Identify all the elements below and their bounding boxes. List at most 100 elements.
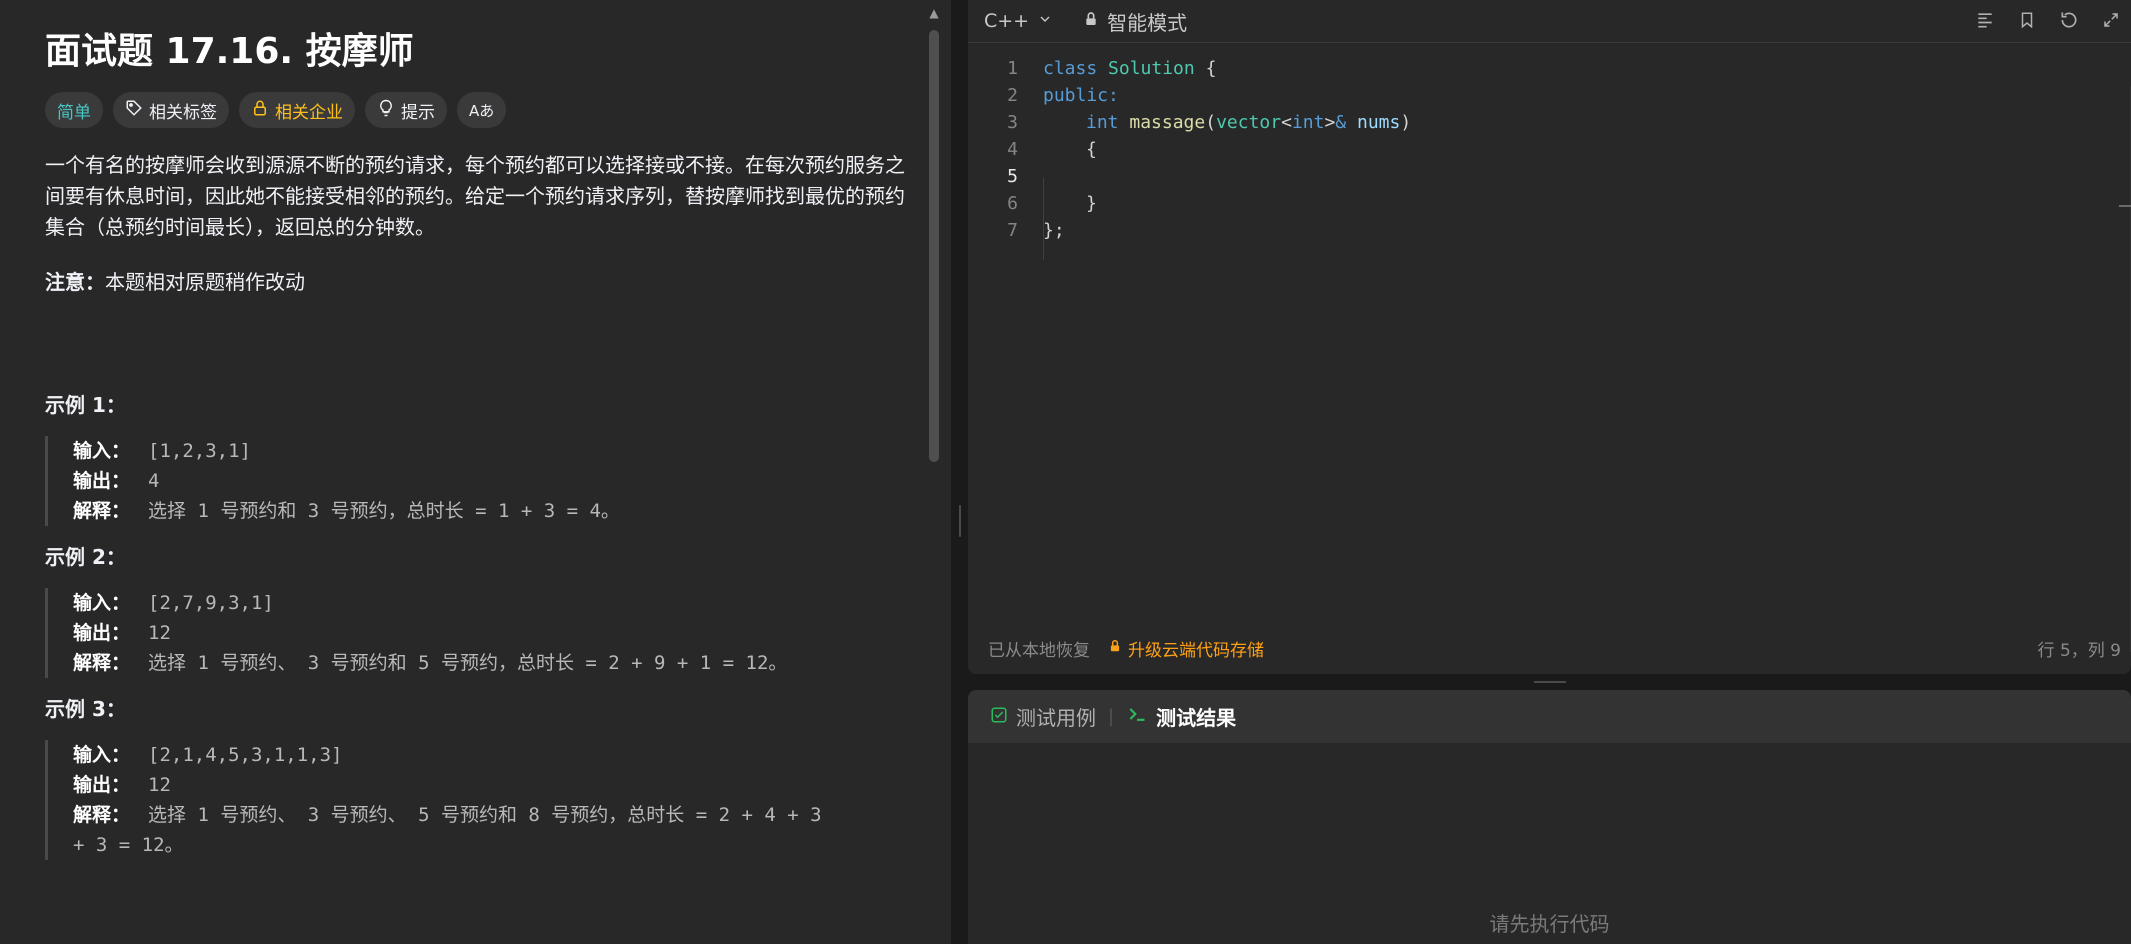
example-2-input-row: 输入： [2,7,9,3,1] (73, 588, 915, 618)
example-1-input-row: 输入： [1,2,3,1] (73, 436, 915, 466)
example-2-output: 12 (148, 622, 171, 644)
output-label: 输出： (73, 470, 131, 492)
example-2-output-row: 输出： 12 (73, 618, 915, 648)
format-icon[interactable] (1975, 8, 1995, 32)
line-number: 6 (1007, 193, 1018, 214)
upgrade-label: 升级云端代码存储 (1128, 640, 1264, 661)
difficulty-badge[interactable]: 简单 (45, 92, 103, 128)
editor-toolbar-icons (1975, 8, 2121, 32)
code-line-7: 7 }; (968, 217, 2131, 244)
line-number: 3 (1007, 112, 1018, 133)
example-2-explain: 选择 1 号预约、 3 号预约和 5 号预约，总时长 = 2 + 9 + 1 =… (148, 652, 788, 674)
tab-result-label: 测试结果 (1156, 706, 1237, 730)
lock-icon (251, 99, 269, 122)
language-label: C++ (984, 10, 1030, 32)
input-label: 输入： (73, 440, 131, 462)
explain-label: 解释： (73, 500, 131, 522)
output-label: 输出： (73, 622, 131, 644)
checkbox-icon (990, 705, 1008, 729)
horizontal-splitter[interactable] (968, 674, 2131, 690)
example-3-input-row: 输入： [2,1,4,5,3,1,1,3] (73, 740, 915, 770)
line-number: 4 (1007, 139, 1018, 160)
scrollbar-thumb[interactable] (929, 30, 939, 462)
code-text: } (1086, 193, 1097, 214)
line-number: 7 (1007, 220, 1018, 241)
explain-label: 解释： (73, 804, 131, 826)
restore-status: 已从本地恢复 (988, 640, 1090, 661)
problem-panel: 面试题 17.16. 按摩师 简单 相关标签 相关企业 提示 Aあ 一个有名的按… (0, 0, 952, 944)
example-1-block: 输入： [1,2,3,1] 输出： 4 解释： 选择 1 号预约和 3 号预约，总时长… (45, 436, 915, 526)
splitter-grip[interactable] (959, 505, 961, 537)
language-select[interactable]: C++ (984, 10, 1053, 32)
editor-toolbar: C++ 智能模式 (968, 0, 2131, 43)
expand-icon[interactable] (2101, 8, 2121, 32)
code-line-2: 2 public: (968, 82, 2131, 109)
example-3-input: [2,1,4,5,3,1,1,3] (148, 744, 343, 766)
explain-label: 解释： (73, 652, 131, 674)
code-line-1: 1 class Solution { (968, 55, 2131, 82)
problem-content: 面试题 17.16. 按摩师 简单 相关标签 相关企业 提示 Aあ 一个有名的按… (45, 22, 915, 860)
code-text: class Solution { (1043, 58, 1217, 79)
hint-label: 提示 (401, 102, 435, 123)
code-line-4: 4 { (968, 136, 2131, 163)
example-2-block: 输入： [2,7,9,3,1] 输出： 12 解释： 选择 1 号预约、 3 号预约和… (45, 588, 915, 678)
related-tags-label: 相关标签 (149, 102, 217, 123)
cursor-position: 行 5，列 9 (2037, 640, 2121, 661)
example-3-explain-row: 解释： 选择 1 号预约、 3 号预约、 5 号预约和 8 号预约，总时长 = 2… (73, 800, 915, 830)
output-label: 输出： (73, 774, 131, 796)
related-companies-button[interactable]: 相关企业 (239, 92, 355, 128)
problem-note: 注意：本题相对原题稍作改动 (45, 267, 915, 298)
smart-mode-toggle[interactable]: 智能模式 (1083, 7, 1187, 36)
example-1-title: 示例 1： (45, 393, 126, 417)
example-3-explain: 选择 1 号预约、 3 号预约、 5 号预约和 8 号预约，总时长 = 2 + … (148, 804, 822, 826)
problem-description: 一个有名的按摩师会收到源源不断的预约请求，每个预约都可以选择接或不接。在每次预约… (45, 153, 905, 239)
code-line-3: 3 int massage(vector<int>& nums) (968, 109, 2131, 136)
code-text: int massage(vector<int>& nums) (1086, 112, 1412, 133)
line-number: 2 (1007, 85, 1018, 106)
console-panel: 测试用例 | 测试结果 请先执行代码 (968, 690, 2131, 944)
input-label: 输入： (73, 592, 131, 614)
example-1-input: [1,2,3,1] (148, 440, 251, 462)
editor-status-bar: 已从本地恢复 升级云端代码存储 行 5，列 9 (968, 633, 2131, 663)
tab-separator: | (1108, 706, 1115, 727)
code-editor-panel: C++ 智能模式 1 class Solution {2 public: 3 … (968, 0, 2131, 674)
lightbulb-icon (377, 99, 395, 122)
input-label: 输入： (73, 744, 131, 766)
lock-icon (1083, 9, 1099, 33)
example-3-title: 示例 3： (45, 697, 126, 721)
bookmark-icon[interactable] (2017, 8, 2037, 32)
example-2-title: 示例 2： (45, 545, 126, 569)
example-2-input: [2,7,9,3,1] (148, 592, 274, 614)
lock-icon (1108, 638, 1122, 659)
code-text: public: (1043, 85, 1119, 106)
scroll-up-arrow-icon[interactable]: ▲ (927, 6, 941, 20)
example-3-output: 12 (148, 774, 171, 796)
description-scrollbar[interactable]: ▲ (927, 0, 941, 944)
example-3-explain-continued: + 3 = 12。 (73, 830, 915, 860)
difficulty-label: 简单 (57, 102, 91, 123)
hint-button[interactable]: 提示 (365, 92, 447, 128)
example-1-output-row: 输出： 4 (73, 466, 915, 496)
vertical-splitter[interactable] (952, 0, 968, 944)
console-tabs: 测试用例 | 测试结果 (968, 690, 2131, 743)
console-empty-message: 请先执行代码 (1489, 912, 1610, 936)
tab-result[interactable]: 测试结果 (1126, 702, 1236, 731)
tag-icon (125, 99, 143, 122)
problem-tags: 简单 相关标签 相关企业 提示 Aあ (45, 92, 915, 128)
code-line-5: 5 (968, 163, 2131, 190)
example-2-explain-row: 解释： 选择 1 号预约、 3 号预约和 5 号预约，总时长 = 2 + 9 + … (73, 648, 915, 678)
mode-label: 智能模式 (1107, 10, 1188, 35)
example-1-explain-row: 解释： 选择 1 号预约和 3 号预约，总时长 = 1 + 3 = 4。 (73, 496, 915, 526)
tab-testcase-label: 测试用例 (1016, 706, 1096, 730)
related-companies-label: 相关企业 (275, 102, 343, 123)
splitter-grip[interactable] (1534, 681, 1566, 683)
line-number: 1 (1007, 58, 1018, 79)
translate-button[interactable]: Aあ (457, 92, 507, 128)
example-3-output-row: 输出： 12 (73, 770, 915, 800)
translate-icon: Aあ (469, 101, 495, 120)
reset-icon[interactable] (2059, 8, 2079, 32)
upgrade-storage-link[interactable]: 升级云端代码存储 (1108, 636, 1264, 661)
tab-testcase[interactable]: 测试用例 (990, 702, 1096, 731)
related-tags-button[interactable]: 相关标签 (113, 92, 229, 128)
code-area[interactable]: 1 class Solution { 2 public: 3 int massa… (968, 43, 2131, 652)
